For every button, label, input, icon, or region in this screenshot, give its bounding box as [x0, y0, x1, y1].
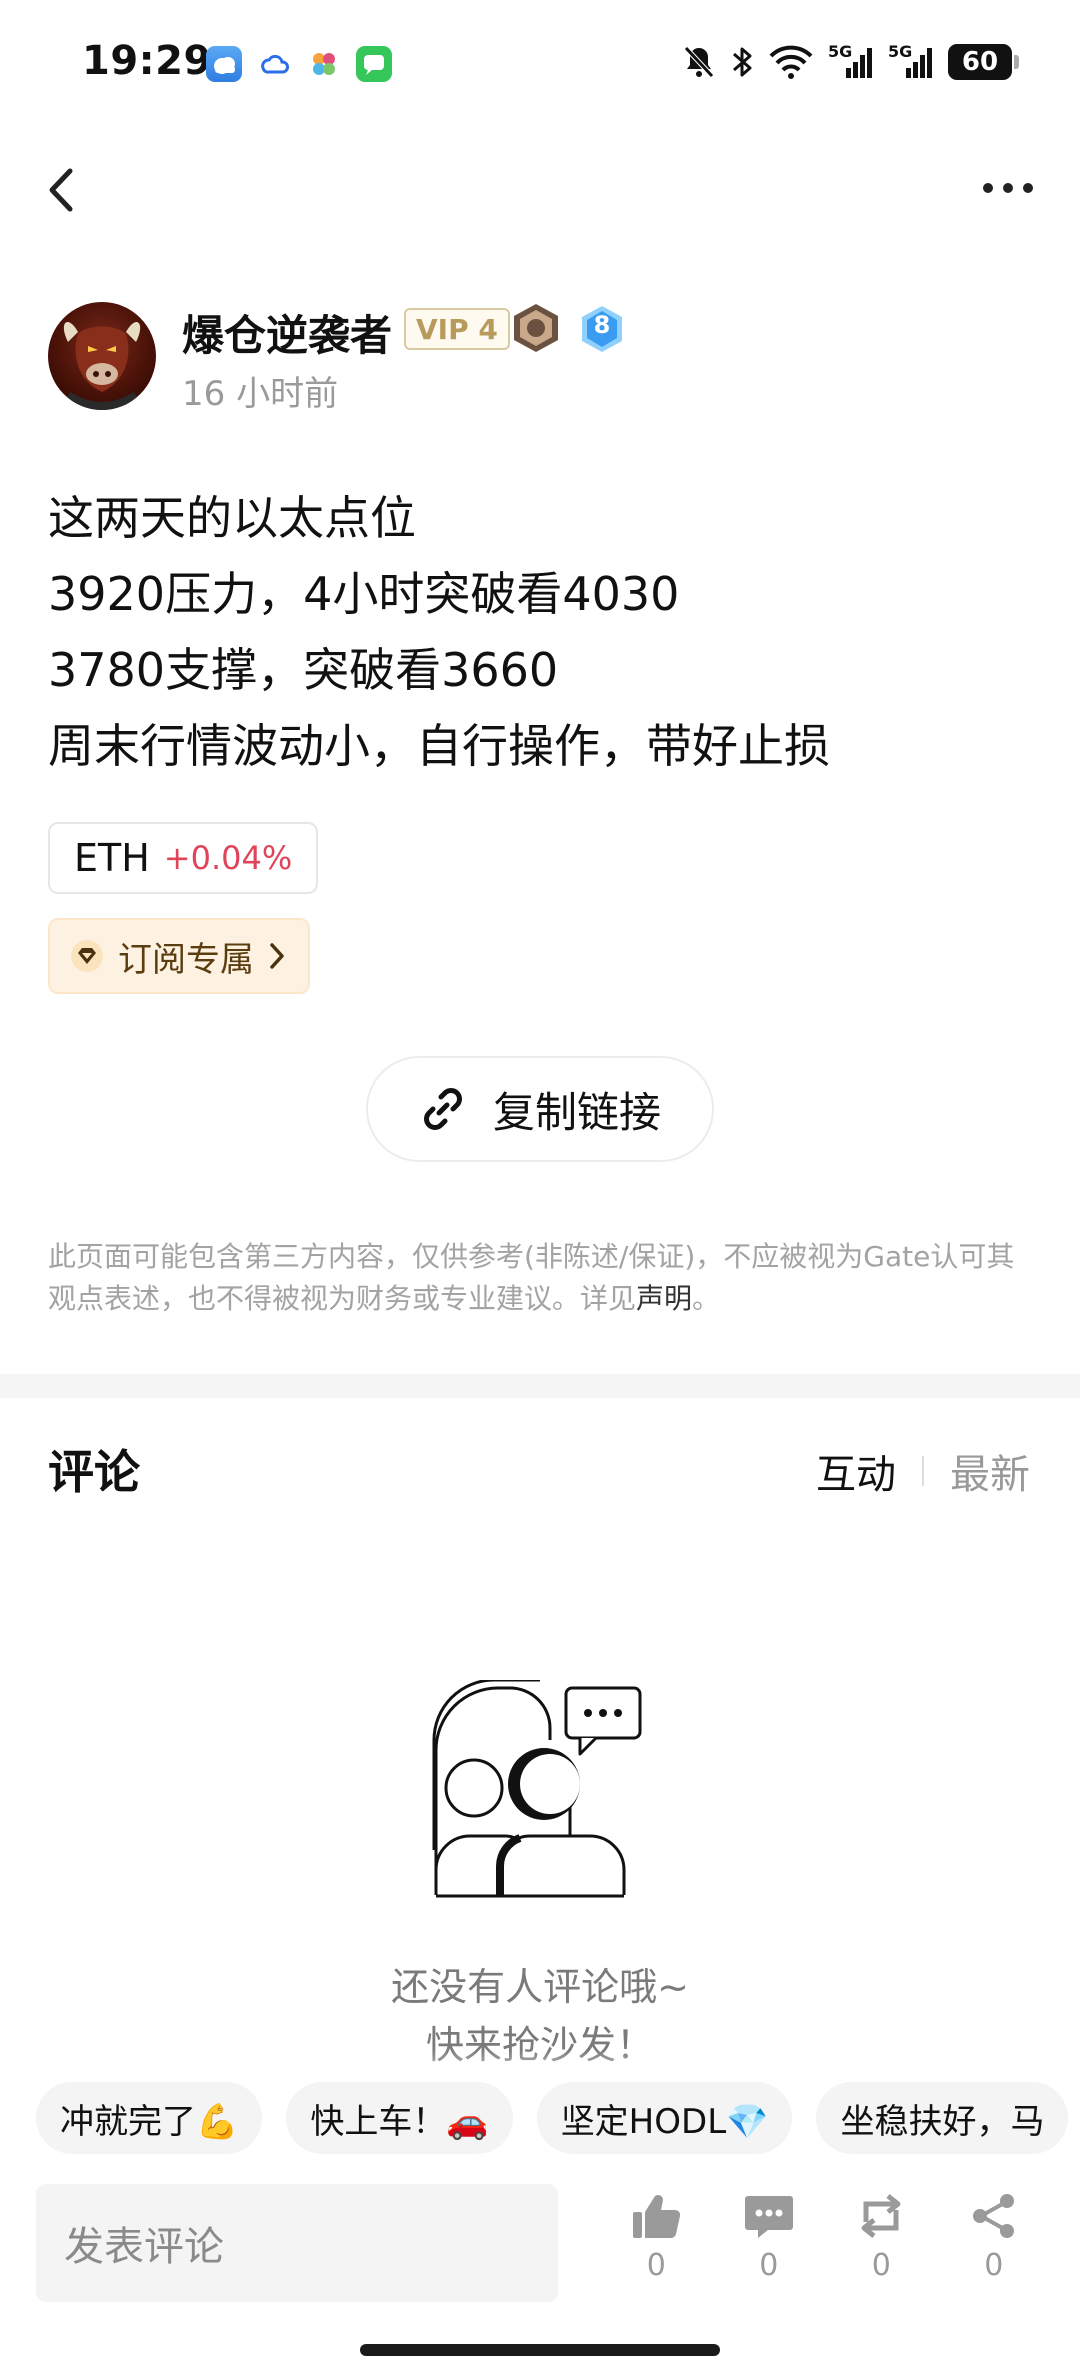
comment-icon: [744, 2196, 793, 2238]
author-name[interactable]: 爆仓逆袭者: [182, 302, 392, 363]
network-type-label: 5G: [828, 42, 853, 61]
coin-tag-eth[interactable]: ETH +0.04%: [48, 822, 319, 894]
subscription-exclusive-button[interactable]: 订阅专属: [48, 918, 310, 994]
empty-comments-text: 还没有人评论哦~: [391, 1965, 689, 2009]
bluetooth-icon: [730, 42, 754, 82]
share-button[interactable]: 0: [949, 2192, 1039, 2283]
repost-count: 0: [871, 2248, 891, 2283]
disclaimer-text: 此页面可能包含第三方内容，仅供参考(非陈述/保证)，不应被视为Gate认可其观点…: [48, 1240, 1015, 1315]
post-content: 这两天的以太点位 3920压力，4小时突破看4030 3780支撑，突破看366…: [48, 480, 830, 784]
comment-button[interactable]: 0: [724, 2192, 814, 2283]
signal-5g-icon: 5G: [888, 42, 934, 82]
post-line: 这两天的以太点位: [48, 491, 416, 545]
empty-comments-illustration: [420, 1678, 660, 1920]
author-avatar[interactable]: [48, 302, 156, 410]
back-button[interactable]: [46, 160, 96, 220]
wifi-icon: [768, 42, 814, 82]
coin-symbol: ETH: [74, 836, 150, 880]
cloud-app-icon: [256, 46, 292, 82]
quick-reply-chip[interactable]: 快上车！🚗: [286, 2082, 513, 2154]
disclaimer-end: 。: [692, 1282, 721, 1315]
quick-reply-chip[interactable]: 冲就完了💪: [36, 2082, 263, 2154]
chevron-right-icon: [270, 943, 284, 969]
status-right: 5G 5G 60: [682, 42, 1019, 82]
post-line: 3780支撑，突破看3660: [48, 643, 559, 697]
diamond-icon: [71, 940, 103, 972]
signal-5g-icon: 5G: [828, 42, 874, 82]
comment-count: 0: [759, 2248, 779, 2283]
quick-reply-chips: 冲就完了💪 快上车！🚗 坚定HODL💎 坐稳扶好，马: [36, 2082, 1069, 2154]
more-button[interactable]: [978, 168, 1038, 208]
weather-app-icon: [206, 46, 242, 82]
comments-title: 评论: [48, 1445, 140, 1499]
status-bar: 19:29 5G 5G 60: [0, 0, 1080, 130]
link-icon: [424, 1088, 462, 1130]
messages-app-icon: [356, 46, 392, 82]
post-line: 周末行情波动小，自行操作，带好止损: [48, 719, 830, 773]
post-line: 3920压力，4小时突破看4030: [48, 567, 680, 621]
post-timestamp: 16 小时前: [182, 374, 339, 414]
chevron-left-icon: [49, 168, 73, 212]
mute-icon: [682, 42, 716, 82]
tab-latest[interactable]: 最新: [950, 1442, 1030, 1500]
repost-icon: [861, 2194, 901, 2238]
photos-app-icon: [306, 46, 342, 82]
status-notification-icons: [206, 46, 392, 82]
network-type-label: 5G: [888, 42, 913, 61]
tab-separator: [922, 1456, 924, 1486]
medal-badge-icon: [510, 302, 562, 354]
copy-link-label: 复制链接: [492, 1087, 661, 1137]
status-time: 19:29: [82, 38, 212, 84]
like-button[interactable]: 0: [611, 2192, 701, 2283]
thumbs-up-icon: [633, 2195, 681, 2239]
disclaimer-link[interactable]: 声明: [636, 1282, 692, 1315]
more-dots-icon: [983, 183, 1033, 193]
post-actions: 0 0 0 0: [600, 2192, 1050, 2283]
tab-interactive[interactable]: 互动: [816, 1442, 896, 1500]
repost-button[interactable]: 0: [836, 2192, 926, 2283]
quick-reply-chip[interactable]: 坐稳扶好，马: [816, 2082, 1069, 2154]
disclaimer: 此页面可能包含第三方内容，仅供参考(非陈述/保证)，不应被视为Gate认可其观点…: [48, 1236, 1028, 1320]
share-icon: [972, 2194, 1014, 2238]
subscription-label: 订阅专属: [118, 939, 254, 980]
coin-price-change: +0.04%: [163, 839, 293, 877]
home-indicator[interactable]: [360, 2344, 720, 2356]
copy-link-button[interactable]: 复制链接: [366, 1056, 714, 1162]
level-number: 8: [593, 311, 611, 339]
share-count: 0: [984, 2248, 1004, 2283]
level-badge-icon: 8: [578, 304, 626, 354]
battery-indicator: 60: [948, 44, 1019, 80]
like-count: 0: [646, 2248, 666, 2283]
section-divider: [0, 1374, 1080, 1398]
comment-sort-tabs: 互动 最新: [816, 1442, 1030, 1500]
comment-input[interactable]: 发表评论: [36, 2184, 558, 2302]
vip-badge: VIP 4: [404, 308, 510, 350]
quick-reply-chip[interactable]: 坚定HODL💎: [536, 2082, 793, 2154]
